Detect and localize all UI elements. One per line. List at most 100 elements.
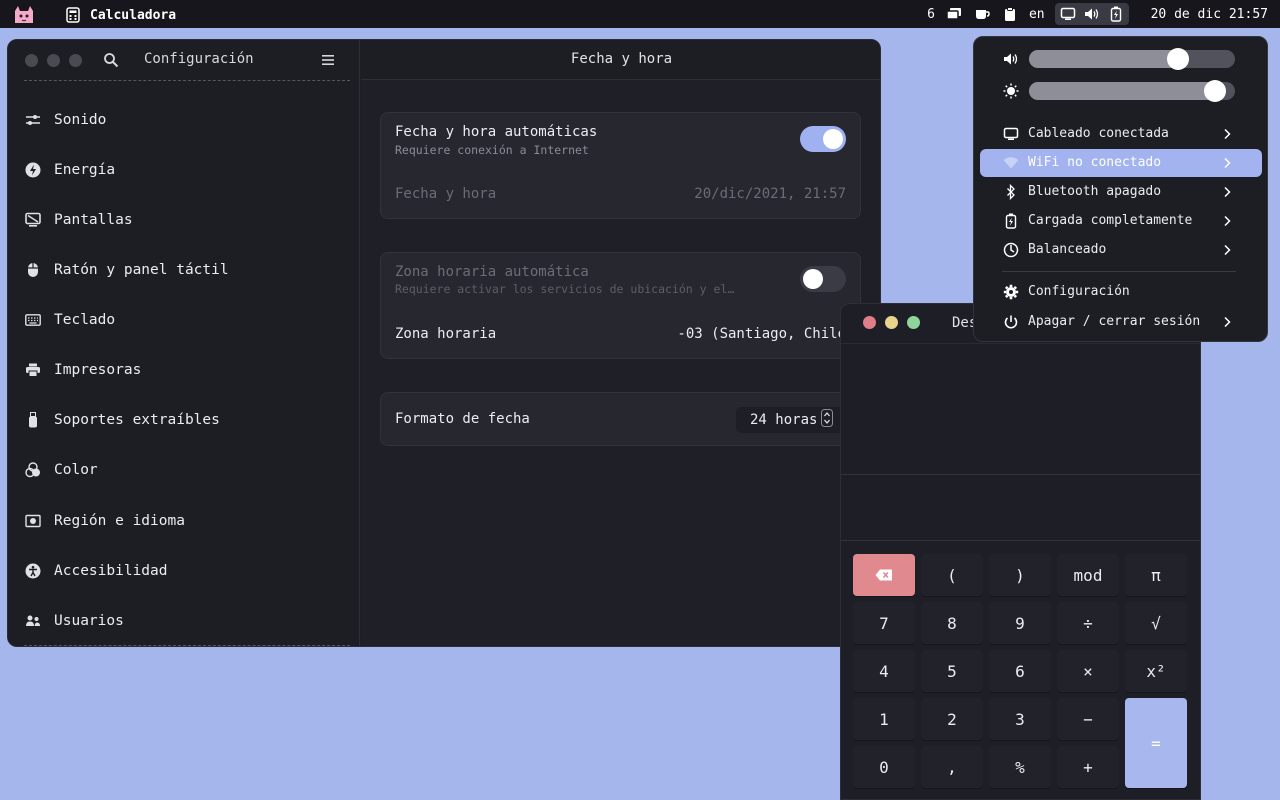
backspace-button[interactable] <box>853 554 915 596</box>
page-title: Fecha y hora <box>570 51 673 67</box>
auto-datetime-subtitle: Requiere conexión a Internet <box>395 143 589 157</box>
sidebar-item-color[interactable]: Color <box>24 455 344 485</box>
digit-1-button[interactable]: 1 <box>853 698 915 740</box>
auto-datetime-switch[interactable] <box>800 126 846 152</box>
quick-settings-menu: Cableado conectada WiFi no conectado Blu… <box>973 36 1268 342</box>
sidebar-item-label: Usuarios <box>54 613 124 629</box>
calculator-window: Des ( ) mod π 7 8 9 ÷ √ 4 5 6 × x² 1 2 3… <box>840 303 1201 800</box>
sidebar-item-teclado[interactable]: Teclado <box>24 305 344 335</box>
wifi-item[interactable]: WiFi no conectado <box>980 149 1262 177</box>
window-controls <box>25 54 82 67</box>
date-format-value: 24 horas <box>750 412 818 428</box>
pi-button[interactable]: π <box>1125 554 1187 596</box>
mod-button[interactable]: mod <box>1057 554 1119 596</box>
datetime-value: 20/dic/2021, 21:57 <box>694 186 846 202</box>
percent-button[interactable]: % <box>989 746 1051 788</box>
brightness-slider-thumb[interactable] <box>1204 80 1226 102</box>
date-format-select[interactable]: 24 horas <box>736 407 846 433</box>
display-icon <box>24 211 42 229</box>
add-button[interactable]: + <box>1057 746 1119 788</box>
sidebar-item-region[interactable]: Región e idioma <box>24 506 344 536</box>
sidebar-item-usuarios[interactable]: Usuarios <box>24 606 344 636</box>
auto-timezone-card: Zona horaria automática Requiere activar… <box>380 252 861 359</box>
sidebar-item-label: Ratón y panel táctil <box>54 262 229 278</box>
auto-timezone-switch[interactable] <box>800 266 846 292</box>
wifi-label: WiFi no conectado <box>1028 155 1162 170</box>
caffeine-icon[interactable] <box>973 5 991 23</box>
backspace-icon <box>875 566 893 585</box>
sidebar-item-pantallas[interactable]: Pantallas <box>24 205 344 235</box>
window-switcher-icon[interactable] <box>945 5 963 23</box>
sidebar-item-label: Pantallas <box>54 212 133 228</box>
digit-5-button[interactable]: 5 <box>921 650 983 692</box>
settings-item[interactable]: Configuración <box>980 278 1262 306</box>
battery-item[interactable]: Cargada completamente <box>980 207 1262 235</box>
bluetooth-item[interactable]: Bluetooth apagado <box>980 178 1262 206</box>
chevron-right-icon <box>1220 212 1234 230</box>
maximize-button[interactable] <box>69 54 82 67</box>
lightning-icon <box>24 161 42 179</box>
sidebar-item-accesibilidad[interactable]: Accesibilidad <box>24 556 344 586</box>
sidebar-item-soportes[interactable]: Soportes extraíbles <box>24 405 344 435</box>
auto-datetime-card: Fecha y hora automáticas Requiere conexi… <box>380 112 861 219</box>
multiply-button[interactable]: × <box>1057 650 1119 692</box>
content-header: Fecha y hora <box>361 40 880 80</box>
sidebar-item-energia[interactable]: Energía <box>24 155 344 185</box>
divide-button[interactable]: ÷ <box>1057 602 1119 644</box>
sidebar-item-sonido[interactable]: Sonido <box>24 105 344 135</box>
digit-7-button[interactable]: 7 <box>853 602 915 644</box>
wired-network-label: Cableado conectada <box>1028 126 1169 141</box>
digit-6-button[interactable]: 6 <box>989 650 1051 692</box>
active-app[interactable]: Calculadora <box>64 6 176 24</box>
timezone-label: Zona horaria <box>395 326 497 342</box>
calculator-input[interactable] <box>841 475 1200 540</box>
subtract-button[interactable]: − <box>1057 698 1119 740</box>
hamburger-menu-icon[interactable] <box>321 52 335 71</box>
power-profile-item[interactable]: Balanceado <box>980 236 1262 264</box>
decimal-button[interactable]: , <box>921 746 983 788</box>
distro-logo-icon[interactable] <box>12 3 36 25</box>
close-paren-button[interactable]: ) <box>989 554 1051 596</box>
chevron-right-icon <box>1220 154 1234 172</box>
close-button[interactable] <box>25 54 38 67</box>
digit-4-button[interactable]: 4 <box>853 650 915 692</box>
users-icon <box>24 612 42 630</box>
sidebar-item-label: Accesibilidad <box>54 563 168 579</box>
brightness-slider[interactable] <box>1029 80 1235 102</box>
clock[interactable]: 20 de dic 21:57 <box>1151 7 1268 22</box>
minimize-button[interactable] <box>885 316 898 329</box>
minimize-button[interactable] <box>47 54 60 67</box>
equals-button[interactable]: = <box>1125 698 1187 788</box>
divider <box>841 540 1200 541</box>
battery-charging-icon <box>1107 5 1125 23</box>
auto-timezone-subtitle: Requiere activar los servicios de ubicac… <box>395 282 735 296</box>
wired-network-item[interactable]: Cableado conectada <box>980 120 1262 148</box>
workspace-indicator[interactable]: 6 <box>927 7 935 22</box>
close-button[interactable] <box>863 316 876 329</box>
digit-2-button[interactable]: 2 <box>921 698 983 740</box>
clipboard-icon[interactable] <box>1001 5 1019 23</box>
search-icon[interactable] <box>103 52 119 72</box>
sqrt-button[interactable]: √ <box>1125 602 1187 644</box>
chevron-right-icon <box>1220 125 1234 143</box>
maximize-button[interactable] <box>907 316 920 329</box>
date-format-card: Formato de fecha 24 horas <box>380 392 861 446</box>
digit-9-button[interactable]: 9 <box>989 602 1051 644</box>
power-off-label: Apagar / cerrar sesión <box>1028 314 1201 329</box>
keyboard-layout-indicator[interactable]: en <box>1029 7 1045 22</box>
digit-3-button[interactable]: 3 <box>989 698 1051 740</box>
square-button[interactable]: x² <box>1125 650 1187 692</box>
calculator-icon <box>64 6 82 24</box>
open-paren-button[interactable]: ( <box>921 554 983 596</box>
sidebar-item-raton[interactable]: Ratón y panel táctil <box>24 255 344 285</box>
sidebar-item-impresoras[interactable]: Impresoras <box>24 355 344 385</box>
digit-8-button[interactable]: 8 <box>921 602 983 644</box>
digit-0-button[interactable]: 0 <box>853 746 915 788</box>
active-app-name: Calculadora <box>90 7 177 23</box>
volume-slider-thumb[interactable] <box>1167 48 1189 70</box>
volume-slider[interactable] <box>1029 48 1235 70</box>
settings-content: Fecha y hora Fecha y hora automáticas Re… <box>361 40 880 646</box>
power-off-item[interactable]: Apagar / cerrar sesión <box>980 308 1262 336</box>
system-status-button[interactable] <box>1054 3 1129 25</box>
timezone-value[interactable]: -03 (Santiago, Chile <box>677 326 846 342</box>
